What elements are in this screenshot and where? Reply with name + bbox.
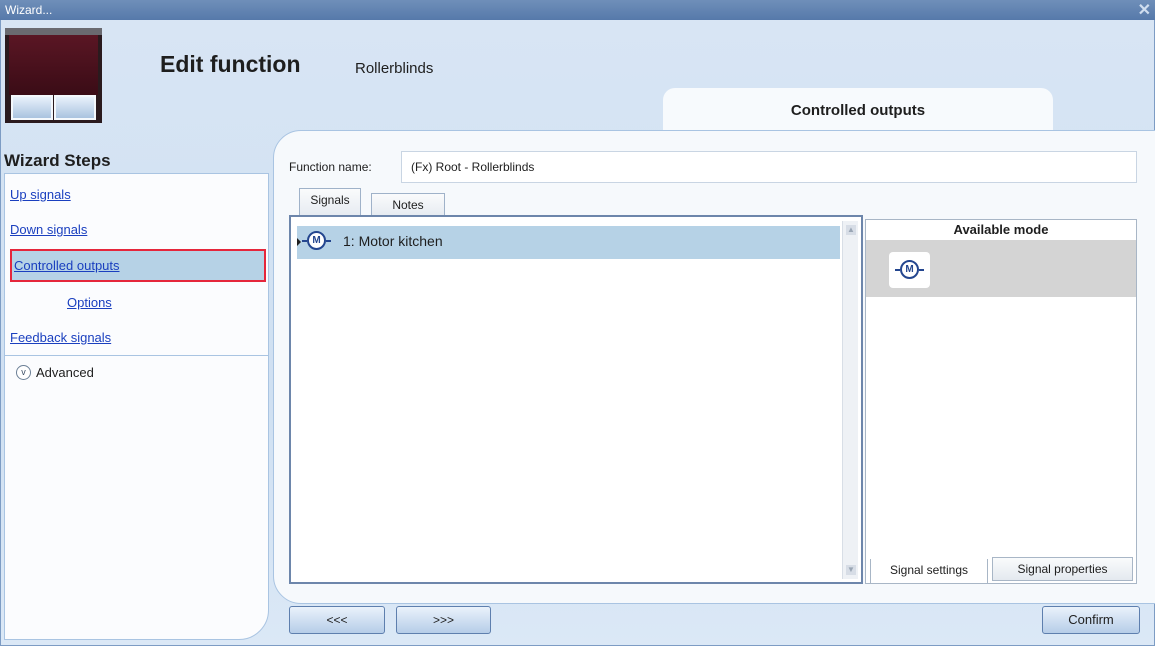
signals-list[interactable]: [289, 215, 863, 584]
signal-item-label: 1: Motor kitchen: [343, 233, 443, 249]
previous-button[interactable]: <<<: [289, 606, 385, 634]
advanced-toggle[interactable]: Advanced: [36, 365, 94, 380]
next-button[interactable]: >>>: [396, 606, 491, 634]
sidebar-item-options[interactable]: Options: [67, 295, 112, 310]
current-step-tab: Controlled outputs: [663, 88, 1053, 130]
page-title: Edit function: [160, 51, 301, 77]
close-icon[interactable]: ✕: [1138, 0, 1151, 20]
logo-blind: [9, 35, 98, 95]
tab-signal-settings[interactable]: Signal settings: [870, 559, 988, 584]
list-scrollbar[interactable]: ▲ ▼: [842, 221, 858, 579]
wizard-steps-sidebar: [4, 173, 269, 640]
rollerblind-logo-icon: [5, 28, 102, 123]
wizard-steps-heading: Wizard Steps: [4, 151, 111, 170]
motor-icon: M: [302, 231, 331, 250]
logo-window-left: [11, 95, 53, 120]
sidebar-item-feedback-signals[interactable]: Feedback signals: [10, 330, 111, 345]
expand-arrow-icon[interactable]: [297, 238, 301, 246]
function-name-field[interactable]: (Fx) Root - Rollerblinds: [401, 151, 1137, 183]
confirm-button[interactable]: Confirm: [1042, 606, 1140, 634]
tab-signals[interactable]: Signals: [299, 188, 361, 217]
scroll-up-icon[interactable]: ▲: [846, 225, 856, 235]
sidebar-item-up-signals[interactable]: Up signals: [10, 187, 71, 202]
motor-icon: M: [895, 260, 924, 279]
logo-rail: [5, 28, 102, 35]
page-subtitle: Rollerblinds: [355, 60, 434, 77]
sidebar-item-down-signals[interactable]: Down signals: [10, 222, 87, 237]
sidebar-item-controlled-outputs[interactable]: Controlled outputs: [14, 258, 120, 273]
window-titlebar: Wizard... ✕: [0, 0, 1155, 20]
tab-notes[interactable]: Notes: [371, 193, 445, 217]
function-name-label: Function name:: [289, 160, 372, 174]
logo-window-right: [54, 95, 96, 120]
window-title: Wizard...: [5, 3, 53, 17]
chevron-down-icon[interactable]: v: [16, 365, 31, 380]
tab-signal-properties[interactable]: Signal properties: [992, 557, 1133, 581]
available-mode-heading: Available mode: [866, 220, 1136, 240]
scroll-down-icon[interactable]: ▼: [846, 565, 856, 575]
sidebar-divider: [5, 355, 269, 356]
motor-mode-button[interactable]: M: [889, 252, 930, 288]
